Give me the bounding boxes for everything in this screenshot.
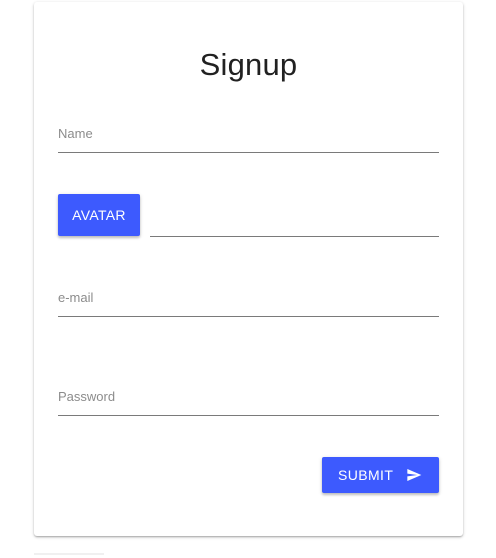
signup-card: Signup Name AVATAR e-mail Password SUBMI…: [34, 2, 463, 536]
email-field-underline: [58, 316, 439, 317]
password-field[interactable]: Password: [58, 385, 439, 417]
submit-button-label: SUBMIT: [338, 467, 394, 483]
email-field-label: e-mail: [58, 290, 94, 305]
password-field-label: Password: [58, 389, 116, 404]
send-icon: [407, 469, 422, 481]
avatar-file-underline: [150, 236, 439, 237]
password-field-underline: [58, 415, 439, 416]
avatar-file-input[interactable]: [150, 201, 439, 237]
avatar-button[interactable]: AVATAR: [58, 194, 140, 236]
name-field-label: Name: [58, 126, 93, 141]
submit-button[interactable]: SUBMIT: [322, 457, 439, 493]
page-bottom-divider: [34, 553, 104, 555]
name-field[interactable]: Name: [58, 122, 439, 154]
page-title: Signup: [199, 47, 298, 82]
email-field[interactable]: e-mail: [58, 286, 439, 318]
name-field-underline: [58, 152, 439, 153]
